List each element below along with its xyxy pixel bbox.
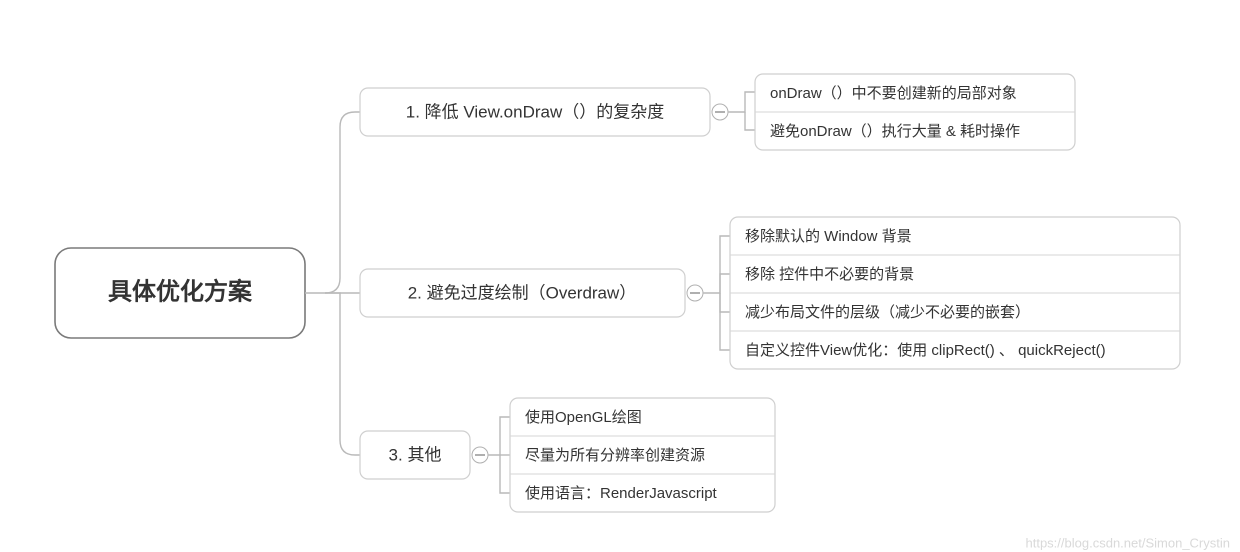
leaf-3-1: 尽量为所有分辨率创建资源 [525,447,705,464]
leaf-group-3: 使用OpenGL绘图 尽量为所有分辨率创建资源 使用语言：RenderJavas… [510,398,775,512]
connector [720,293,730,350]
leaf-3-0: 使用OpenGL绘图 [525,409,642,426]
collapse-toggle-1[interactable] [712,104,728,120]
leaf-1-0: onDraw（）中不要创建新的局部对象 [770,85,1017,102]
collapse-toggle-2[interactable] [687,285,703,301]
leaf-2-1: 移除 控件中不必要的背景 [745,266,914,283]
collapse-toggle-3[interactable] [472,447,488,463]
branch-node-2[interactable]: 2. 避免过度绘制（Overdraw） [360,269,685,317]
connector [745,112,755,130]
leaf-group-2: 移除默认的 Window 背景 移除 控件中不必要的背景 减少布局文件的层级（减… [730,217,1180,369]
leaf-group-1: onDraw（）中不要创建新的局部对象 避免onDraw（）执行大量 & 耗时操… [755,74,1075,150]
connector [728,92,755,112]
connector [720,274,730,293]
branch-1-label: 1. 降低 View.onDraw（）的复杂度 [406,102,665,121]
connector [325,293,360,455]
connector [488,417,510,455]
connector [500,455,510,493]
root-title: 具体优化方案 [108,277,253,305]
leaf-3-2: 使用语言：RenderJavascript [525,485,718,502]
connector [703,236,730,293]
root-node[interactable]: 具体优化方案 [55,248,305,338]
connector [720,293,730,312]
branch-3-label: 3. 其他 [389,445,442,464]
branch-node-1[interactable]: 1. 降低 View.onDraw（）的复杂度 [360,88,710,136]
watermark: https://blog.csdn.net/Simon_Crystin [1026,535,1231,550]
leaf-2-0: 移除默认的 Window 背景 [745,228,912,245]
branch-2-label: 2. 避免过度绘制（Overdraw） [408,283,637,302]
leaf-2-2: 减少布局文件的层级（减少不必要的嵌套） [745,304,1030,321]
branch-node-3[interactable]: 3. 其他 [360,431,470,479]
leaf-2-3: 自定义控件View优化：使用 clipRect() 、 quickReject(… [745,342,1106,359]
leaf-1-1: 避免onDraw（）执行大量 & 耗时操作 [770,123,1020,140]
connector [305,112,360,293]
